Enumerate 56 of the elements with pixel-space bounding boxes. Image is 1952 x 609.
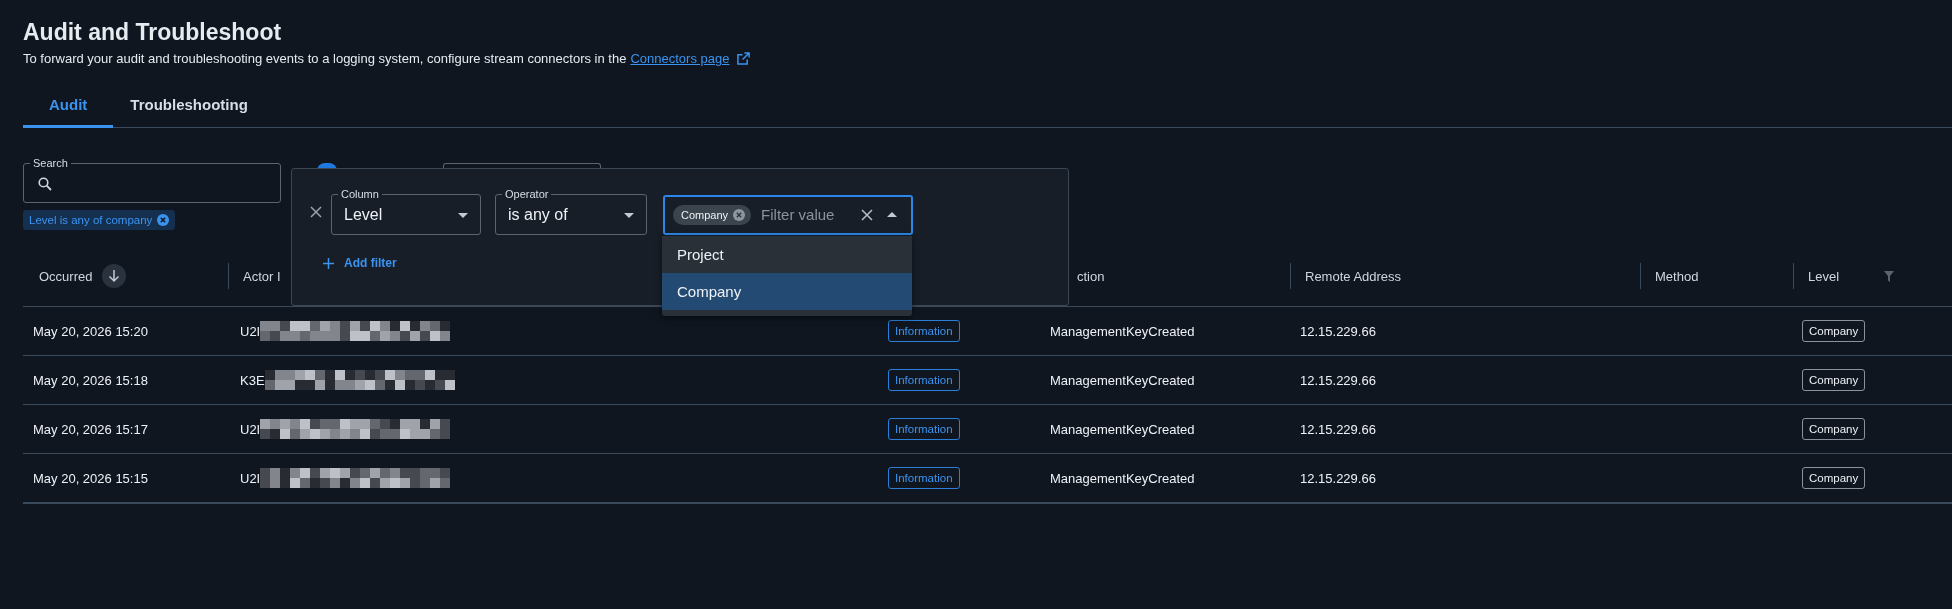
column-select[interactable]: Column Level: [331, 188, 481, 235]
table-cell-text: May 20, 2026 15:20: [32, 322, 149, 341]
dropdown-caret-icon: [624, 212, 634, 218]
filter-value-field[interactable]: Company Filter value: [663, 194, 913, 235]
table-cell-text: May 20, 2026 15:15: [32, 469, 149, 488]
table-cell-text: May 20, 2026 15:17: [32, 420, 149, 439]
type-tag: Information: [888, 418, 960, 440]
table-cell-text: ManagementKeyCreated: [1049, 322, 1196, 341]
page-title: Audit and Troubleshoot: [23, 18, 282, 46]
level-tag: Company: [1802, 320, 1866, 342]
remove-icon: [733, 208, 746, 221]
remove-icon: [157, 214, 170, 226]
table-cell-text: ManagementKeyCreated: [1049, 371, 1196, 390]
level-tag: Company: [1802, 467, 1866, 489]
column-header[interactable]: Method: [1655, 268, 1699, 284]
table-cell-text: ManagementKeyCreated: [1049, 420, 1196, 439]
dropdown-caret-icon: [458, 212, 468, 218]
table-cell-text: 12.15.229.66: [1299, 469, 1377, 488]
table-cell: U2I: [240, 470, 261, 486]
column-header[interactable]: Occurred: [39, 268, 93, 284]
table-cell-text: May 20, 2026 15:18: [32, 371, 149, 390]
operator-select[interactable]: Operator is any of: [495, 188, 647, 235]
type-tag: Information: [888, 369, 960, 391]
plus-icon: [323, 257, 334, 269]
value-chip[interactable]: Company: [673, 204, 752, 225]
option-item[interactable]: Company: [662, 273, 912, 310]
search-icon: [38, 176, 52, 191]
column-header[interactable]: Actor I: [243, 268, 281, 284]
search-field[interactable]: Search: [23, 157, 281, 203]
sort-descending-icon: [102, 264, 127, 288]
level-tag: Company: [1802, 418, 1866, 440]
table-cell-text: 12.15.229.66: [1299, 322, 1377, 341]
table-cell-text: 12.15.229.66: [1299, 420, 1377, 439]
table-cell: U2I: [240, 323, 261, 339]
tab[interactable]: Audit: [23, 88, 114, 128]
level-tag: Company: [1802, 369, 1866, 391]
collapse-caret-icon: [887, 212, 898, 217]
add-filter-button[interactable]: Add filter: [323, 256, 397, 270]
description-text: To forward your audit and troubleshooting events to a logging system, configure stream connectors in the: [23, 51, 627, 66]
table-cell-text: 12.15.229.66: [1299, 371, 1377, 390]
type-tag: Information: [888, 320, 960, 342]
column-header[interactable]: ction: [1077, 268, 1105, 284]
table-cell-text: ManagementKeyCreated: [1049, 469, 1196, 488]
connectors-link[interactable]: Connectors page: [630, 51, 730, 66]
tab[interactable]: Troubleshooting: [113, 88, 265, 128]
table-cell: U2I: [240, 421, 261, 437]
column-header[interactable]: Level: [1808, 268, 1840, 284]
type-tag: Information: [888, 467, 960, 489]
table-cell: K3E: [240, 372, 265, 388]
column-header[interactable]: Remote Address: [1305, 268, 1402, 284]
external-link-icon: [737, 52, 751, 65]
option-item[interactable]: Project: [662, 236, 912, 273]
clear-icon: [861, 208, 874, 221]
filter-chip[interactable]: Level is any of company: [23, 210, 176, 230]
filter-icon: [1884, 270, 1895, 282]
close-icon: [310, 205, 322, 218]
